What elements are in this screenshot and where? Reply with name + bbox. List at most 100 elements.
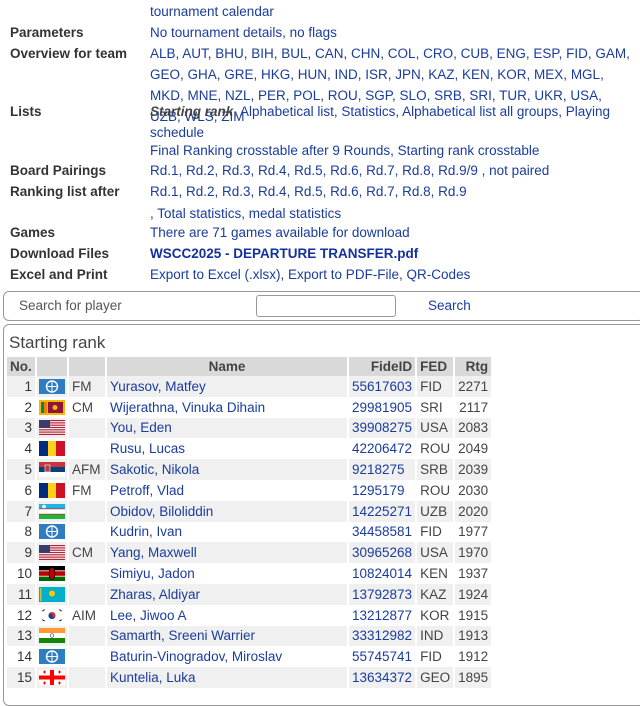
fide-id-link[interactable]: 29981905 [348,396,418,418]
rating: 1913 [454,625,494,647]
player-search-bar: Search for player Search [3,291,640,321]
fide-id-link[interactable]: 1295179 [348,479,418,501]
rating: 2117 [454,396,494,418]
rou-flag-icon [36,479,69,501]
player-name-link[interactable]: Zharas, Aldiyar [106,583,349,605]
table-row: 15 Kuntelia, Luka 13634372 GEO 1895 [7,667,494,688]
panel-title: Starting rank [9,333,106,352]
rating: 1895 [454,667,494,688]
ranking-statistics-links[interactable]: , Total statistics, medal statistics [150,203,630,224]
table-row: 14 Baturin-Vinogradov, Miroslav 55745741 FI… [7,646,494,668]
export-links[interactable]: Export to Excel (.xlsx), Export to PDF-F… [150,264,630,285]
player-title [68,646,107,668]
download-files-label: Download Files [10,246,110,261]
parameters-value[interactable]: No tournament details, no flags [150,22,630,43]
table-header-row: No. Name FideID FED Rtg [7,357,494,376]
tournament-calendar-link[interactable]: tournament calendar [150,4,274,19]
ind-flag-icon [36,625,69,647]
player-title: AFM [68,459,107,480]
lists-label: Lists [10,104,42,119]
fide-id-link[interactable]: 55745741 [348,646,418,668]
fide-id-link[interactable]: 13634372 [348,667,418,688]
top-strip [150,0,630,3]
federation: FID [416,521,456,543]
player-title: AIM [68,604,107,626]
col-rtg[interactable]: Rtg [454,357,494,376]
player-name-link[interactable]: Simiyu, Jadon [106,563,349,584]
lists-crosstable-links[interactable]: Final Ranking crosstable after 9 Rounds,… [150,140,630,161]
sri-flag-icon [36,396,69,418]
federation: SRI [416,396,456,418]
row-number: 10 [7,563,37,584]
player-name-link[interactable]: Yurasov, Matfey [106,376,349,397]
row-number: 3 [7,417,37,439]
download-file-link[interactable]: WSCC2025 - DEPARTURE TRANSFER.pdf [150,243,630,264]
player-name-link[interactable]: Petroff, Vlad [106,479,349,501]
fide-id-link[interactable]: 42206472 [348,438,418,460]
player-name-link[interactable]: Wijerathna, Vinuka Dihain [106,396,349,418]
row-number: 7 [7,500,37,522]
fide-id-link[interactable]: 14225271 [348,500,418,522]
table-row: 10 Simiyu, Jadon 10824014 KEN 1937 [7,563,494,584]
row-number: 5 [7,459,37,480]
table-row: 4 Rusu, Lucas 42206472 ROU 2049 [7,438,494,460]
player-name-link[interactable]: Kudrin, Ivan [106,521,349,543]
starting-rank-table: No. Name FideID FED Rtg 1 FM Yurasov, Matf… [7,357,494,688]
player-name-link[interactable]: You, Eden [106,417,349,439]
fide-id-link[interactable]: 30965268 [348,542,418,564]
player-title [68,438,107,460]
federation: ROU [416,438,456,460]
player-title [68,625,107,647]
rating: 2020 [454,500,494,522]
player-name-link[interactable]: Obidov, Biloliddin [106,500,349,522]
rating: 2039 [454,459,494,480]
row-number: 4 [7,438,37,460]
fide-id-link[interactable]: 9218275 [348,459,418,480]
col-fideid[interactable]: FideID [348,357,418,376]
col-name[interactable]: Name [106,357,349,376]
search-input[interactable] [256,295,396,317]
fide-id-link[interactable]: 33312982 [348,625,418,647]
player-name-link[interactable]: Samarth, Sreeni Warrier [106,625,349,647]
fide-id-link[interactable]: 55617603 [348,376,418,397]
player-title: CM [68,542,107,564]
row-number: 8 [7,521,37,543]
row-number: 13 [7,625,37,647]
col-fed[interactable]: FED [416,357,456,376]
player-name-link[interactable]: Rusu, Lucas [106,438,349,460]
fide-id-link[interactable]: 13792873 [348,583,418,605]
fide-id-link[interactable]: 34458581 [348,521,418,543]
player-title: FM [68,479,107,501]
table-row: 8 Kudrin, Ivan 34458581 FID 1977 [7,521,494,543]
player-name-link[interactable]: Sakotic, Nikola [106,459,349,480]
fide-flag-icon [36,521,69,543]
player-name-link[interactable]: Baturin-Vinogradov, Miroslav [106,646,349,668]
fide-id-link[interactable]: 39908275 [348,417,418,439]
table-row: 12 AIM Lee, Jiwoo A 13212877 KOR 1915 [7,604,494,626]
games-link[interactable]: There are 71 games available for downloa… [150,222,630,243]
player-name-link[interactable]: Kuntelia, Luka [106,667,349,688]
search-button[interactable]: Search [428,298,471,313]
table-row: 11 Zharas, Aldiyar 13792873 KAZ 1924 [7,583,494,605]
federation: UZB [416,500,456,522]
row-number: 6 [7,479,37,501]
federation: GEO [416,667,456,688]
lists-links[interactable]: Starting rank, Alphabetical list, Statis… [150,101,630,143]
fide-id-link[interactable]: 13212877 [348,604,418,626]
col-title [68,357,107,376]
row-number: 9 [7,542,37,564]
player-name-link[interactable]: Yang, Maxwell [106,542,349,564]
rating: 2083 [454,417,494,439]
col-flag [36,357,69,376]
row-number: 11 [7,583,37,605]
fide-id-link[interactable]: 10824014 [348,563,418,584]
srb-flag-icon [36,459,69,480]
federation: KEN [416,563,456,584]
player-name-link[interactable]: Lee, Jiwoo A [106,604,349,626]
federation: FID [416,646,456,668]
board-pairings-links[interactable]: Rd.1, Rd.2, Rd.3, Rd.4, Rd.5, Rd.6, Rd.7… [150,160,630,181]
player-title: CM [68,396,107,418]
player-title [68,521,107,543]
ranking-list-links[interactable]: Rd.1, Rd.2, Rd.3, Rd.4, Rd.5, Rd.6, Rd.7… [150,181,630,202]
fide-flag-icon [36,376,69,397]
